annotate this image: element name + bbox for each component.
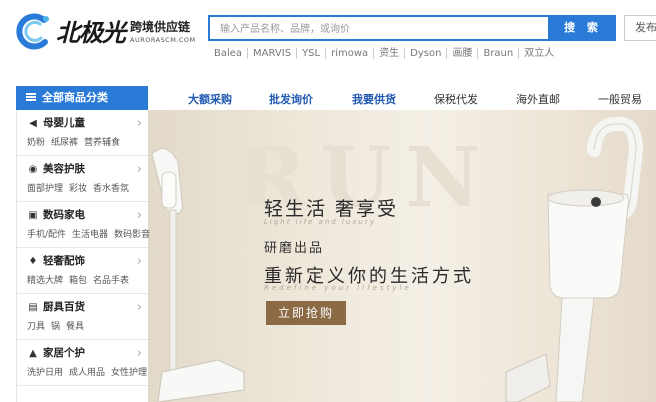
hot-brands-list: Balea MARVIS YSL rimowa 资生 Dyson 画腰 Brau…: [214, 46, 559, 60]
all-categories-label: 全部商品分类: [42, 91, 108, 104]
search-button[interactable]: 搜 索: [550, 15, 616, 41]
category-sub-link[interactable]: 刀具: [27, 322, 45, 332]
category-sub-link[interactable]: 奶粉: [27, 138, 45, 148]
publish-button[interactable]: 发布: [624, 15, 656, 41]
category-title: 轻奢配饰: [43, 255, 85, 267]
chevron-right-icon: ›: [136, 162, 142, 177]
category-sub-link[interactable]: 锅: [51, 322, 60, 332]
category-item-home-care[interactable]: ▲ 家居个护 洗护日用 成人用品 女性护理 ›: [17, 340, 148, 386]
hot-brand-link[interactable]: MARVIS: [247, 47, 296, 59]
menu-icon: [26, 93, 36, 101]
category-title: 家居个护: [43, 347, 85, 359]
category-item-luxury-accessories[interactable]: ♦ 轻奢配饰 精选大牌 箱包 名品手表 ›: [17, 248, 148, 294]
category-sub-link[interactable]: 面部护理: [27, 184, 63, 194]
chevron-right-icon: ›: [136, 346, 142, 361]
logo-tagline: 跨境供应链: [130, 20, 191, 34]
category-sub-link[interactable]: 精选大牌: [27, 276, 63, 286]
nav-link-general-trade[interactable]: 一般贸易: [598, 91, 642, 107]
category-sub-link[interactable]: 生活电器: [72, 230, 108, 240]
category-item-beauty[interactable]: ◉ 美容护肤 面部护理 彩妆 香水香氛 ›: [17, 156, 148, 202]
nav-link-overseas-direct[interactable]: 海外直邮: [516, 91, 560, 107]
site-logo[interactable]: 北极光 跨境供应链 AURORASCM.COM: [14, 10, 204, 54]
chevron-right-icon: ›: [136, 208, 142, 223]
banner-title: 轻生活 奢享受: [264, 198, 399, 220]
camera-icon: ▣: [28, 210, 38, 221]
hero-banner[interactable]: RUN 轻生活 奢享受 Light life and luxury 研磨出品 重…: [148, 110, 656, 402]
hot-brand-link[interactable]: 双立人: [518, 47, 559, 59]
logo-name: 北极光: [56, 19, 126, 47]
category-sub-link[interactable]: 名品手表: [93, 276, 129, 286]
category-sub-link[interactable]: 成人用品: [69, 368, 105, 378]
page: 北极光 跨境供应链 AURORASCM.COM 搜 索 发布 Balea MAR…: [0, 0, 656, 402]
nav-link-bonded-dropship[interactable]: 保税代发: [434, 91, 478, 107]
category-sub-link[interactable]: 手机/配件: [27, 230, 66, 240]
pot-icon: ▤: [28, 302, 38, 313]
bottle-pump-icon: ▲: [29, 348, 37, 359]
category-sub-link[interactable]: 餐具: [66, 322, 84, 332]
stick-vacuum-image: [151, 148, 245, 402]
category-title: 厨具百货: [43, 301, 85, 313]
category-sub-link[interactable]: 女性护理: [111, 368, 147, 378]
banner-en-line2: Redefine your lifestyle: [264, 284, 412, 292]
face-icon: ◉: [28, 164, 38, 175]
search-input[interactable]: [210, 18, 548, 41]
category-sub-link[interactable]: 营养辅食: [84, 138, 120, 148]
chevron-right-icon: ›: [136, 254, 142, 269]
hot-brand-link[interactable]: rimowa: [325, 47, 373, 59]
hot-brand-link[interactable]: 资生: [373, 47, 404, 59]
category-sub-link[interactable]: 箱包: [69, 276, 87, 286]
buy-now-button[interactable]: 立即抢购: [266, 301, 346, 325]
bottle-icon: ◀: [29, 118, 37, 129]
nav-link-supply[interactable]: 我要供货: [352, 91, 396, 107]
category-title: 美容护肤: [43, 163, 85, 175]
category-item-digital-appliances[interactable]: ▣ 数码家电 手机/配件 生活电器 数码影音 ›: [17, 202, 150, 248]
chevron-right-icon: ›: [136, 300, 142, 315]
logo-domain: AURORASCM.COM: [130, 36, 196, 44]
banner-subtitle: 研磨出品: [264, 241, 325, 256]
hot-brand-link[interactable]: YSL: [296, 47, 325, 59]
category-sidebar: ◀ 母婴儿童 奶粉 纸尿裤 营养辅食 › ◉ 美容护肤 面部护理 彩妆 香水香氛 › ▣ 数码…: [16, 110, 150, 402]
diamond-icon: ♦: [28, 256, 38, 267]
category-sub-link[interactable]: 洗护日用: [27, 368, 63, 378]
banner-en-line1: Light life and luxury: [264, 218, 376, 226]
all-categories-button[interactable]: 全部商品分类: [16, 86, 148, 110]
hot-brand-link[interactable]: Dyson: [404, 47, 446, 59]
hot-brand-link[interactable]: Braun: [477, 47, 518, 59]
handheld-vacuum-image: [505, 117, 644, 402]
category-sub-link[interactable]: 数码影音: [114, 230, 150, 240]
category-sub-link[interactable]: 纸尿裤: [51, 138, 78, 148]
category-item-maternal-baby[interactable]: ◀ 母婴儿童 奶粉 纸尿裤 营养辅食 ›: [17, 110, 148, 156]
category-title: 母婴儿童: [43, 117, 85, 129]
nav-link-bulk-purchase[interactable]: 大额采购: [188, 91, 232, 107]
category-title: 数码家电: [43, 209, 85, 221]
nav-link-wholesale-inquiry[interactable]: 批发询价: [269, 91, 313, 107]
category-item-kitchen[interactable]: ▤ 厨具百货 刀具锅餐具 ›: [17, 294, 148, 340]
search-box: [208, 15, 550, 41]
chevron-right-icon: ›: [136, 116, 142, 131]
hot-brand-link[interactable]: Balea: [214, 48, 247, 59]
category-sub-link[interactable]: 彩妆: [69, 184, 87, 194]
aurora-logo-icon: [16, 13, 49, 50]
category-sub-link[interactable]: 香水香氛: [93, 184, 129, 194]
hot-brand-link[interactable]: 画腰: [446, 47, 477, 59]
